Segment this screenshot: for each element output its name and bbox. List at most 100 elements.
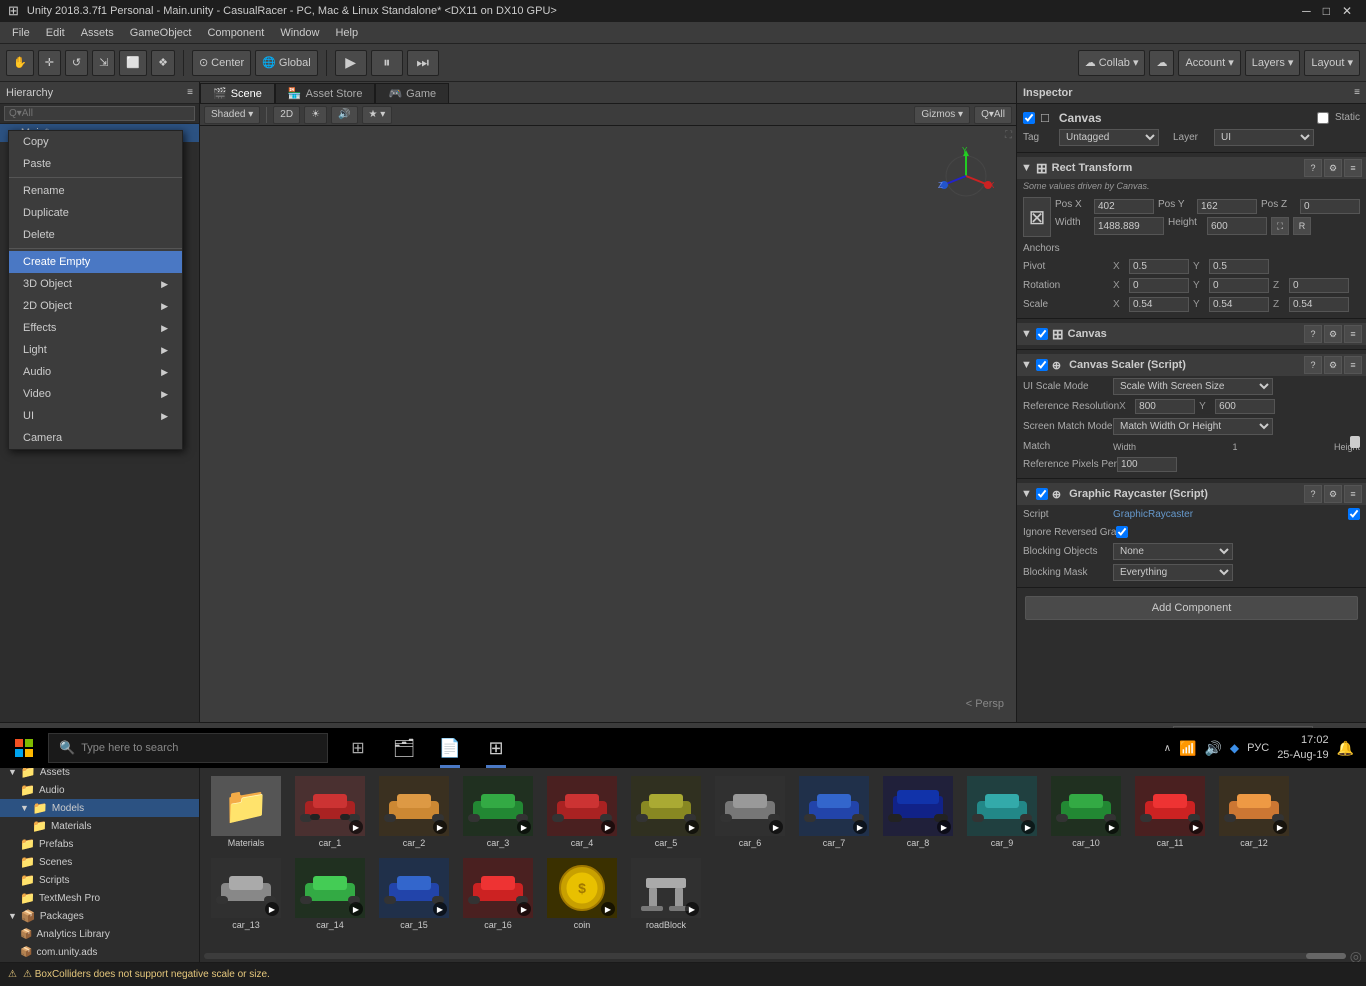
canvas-static-checkbox[interactable] [1317, 112, 1329, 124]
canvas-component-header[interactable]: ▼ ⊞ Canvas ? ⚙ ≡ [1017, 323, 1366, 345]
asset-car10[interactable]: ▶ car_10 [1046, 773, 1126, 851]
pt-models[interactable]: ▼ 📁 Models [0, 799, 199, 817]
tab-scene[interactable]: 🎬 Scene [200, 83, 275, 103]
mask-select[interactable]: Everything [1113, 564, 1233, 581]
ctx-audio[interactable]: Audio ▶ [9, 361, 182, 383]
height-field[interactable] [1207, 217, 1267, 235]
pt-ads[interactable]: 📦 com.unity.ads [0, 943, 199, 961]
canvas-btn-2[interactable]: ⚙ [1324, 325, 1342, 343]
menu-file[interactable]: File [4, 25, 38, 41]
raycaster-btn-3[interactable]: ≡ [1344, 485, 1362, 503]
close-btn[interactable]: ✕ [1336, 4, 1358, 18]
match-thumb[interactable] [1350, 436, 1360, 448]
ctx-ui[interactable]: UI ▶ [9, 405, 182, 427]
ui-scale-select[interactable]: Scale With Screen Size [1113, 378, 1273, 395]
asset-car12[interactable]: ▶ car_12 [1214, 773, 1294, 851]
ctx-create-empty[interactable]: Create Empty [9, 251, 182, 273]
raycaster-checkbox[interactable] [1036, 488, 1048, 500]
search-filter-btn[interactable]: Q▾All [974, 106, 1012, 124]
rect-transform-header[interactable]: ▼ ⊞ Rect Transform ? ⚙ ≡ [1017, 157, 1366, 179]
audio-toggle-btn[interactable]: 🔊 [331, 106, 357, 124]
tool-rotate[interactable]: ↺ [65, 50, 88, 76]
hierarchy-menu-icon[interactable]: ≡ [187, 87, 193, 98]
zoom-icon[interactable]: ◎ [1350, 948, 1362, 963]
taskbar-search-box[interactable]: 🔍 Type here to search [48, 733, 328, 763]
effects-toggle-btn[interactable]: ★ ▾ [362, 106, 393, 124]
collab-btn[interactable]: ☁ Collab ▾ [1078, 50, 1146, 76]
start-btn[interactable] [4, 728, 44, 768]
pt-textmesh[interactable]: 📁 TextMesh Pro [0, 889, 199, 907]
add-component-btn[interactable]: Add Component [1025, 596, 1358, 620]
scrollbar-thumb[interactable] [1306, 953, 1346, 959]
tab-game[interactable]: 🎮 Game [375, 83, 449, 103]
rt-btn-2[interactable]: ⚙ [1324, 159, 1342, 177]
tag-select[interactable]: Untagged [1059, 129, 1159, 146]
pt-prefabs[interactable]: 📁 Prefabs [0, 835, 199, 853]
pt-audio[interactable]: 📁 Audio [0, 781, 199, 799]
rt-btn-3[interactable]: ≡ [1344, 159, 1362, 177]
blocking-select[interactable]: None [1113, 543, 1233, 560]
pt-scripts[interactable]: 📁 Scripts [0, 871, 199, 889]
ctx-rename[interactable]: Rename [9, 180, 182, 202]
ctx-duplicate[interactable]: Duplicate [9, 202, 182, 224]
menu-gameobject[interactable]: GameObject [122, 25, 200, 41]
canvas-comp-checkbox[interactable] [1036, 328, 1048, 340]
asset-car5[interactable]: ▶ car_5 [626, 773, 706, 851]
menu-assets[interactable]: Assets [73, 25, 122, 41]
asset-car4[interactable]: ▶ car_4 [542, 773, 622, 851]
scale-x-field[interactable] [1129, 297, 1189, 312]
cloud-btn[interactable]: ☁ [1149, 50, 1174, 76]
tool-move[interactable]: ✛ [38, 50, 61, 76]
raycaster-btn-1[interactable]: ? [1304, 485, 1322, 503]
pivot-center-btn[interactable]: ⊙ Center [192, 50, 251, 76]
screen-match-select[interactable]: Match Width Or Height [1113, 418, 1273, 435]
inspector-menu-icon[interactable]: ≡ [1354, 87, 1360, 98]
ref-x-field[interactable] [1135, 399, 1195, 414]
pt-analytics[interactable]: 📦 Analytics Library [0, 925, 199, 943]
rot-y-field[interactable] [1209, 278, 1269, 293]
taskbar-explorer[interactable]: 🗂 [382, 728, 426, 768]
ctx-video[interactable]: Video ▶ [9, 383, 182, 405]
ctx-paste[interactable]: Paste [9, 153, 182, 175]
global-btn[interactable]: 🌐 Global [255, 50, 318, 76]
tool-rect[interactable]: ⬜ [119, 50, 147, 76]
taskbar-unity[interactable]: ⊞ [474, 728, 518, 768]
layer-select[interactable]: UI [1214, 129, 1314, 146]
grid-scrollbar[interactable]: ◎ [200, 950, 1366, 962]
ctx-3d-object[interactable]: 3D Object ▶ [9, 273, 182, 295]
rt-btn-1[interactable]: ? [1304, 159, 1322, 177]
step-btn[interactable]: ⏭ [407, 50, 439, 76]
asset-roadblock[interactable]: ▶ roadBlock [626, 855, 706, 933]
pos-x-field[interactable] [1094, 199, 1154, 214]
canvas-btn-1[interactable]: ? [1304, 325, 1322, 343]
pos-z-field[interactable] [1300, 199, 1360, 214]
width-field[interactable] [1094, 217, 1164, 235]
asset-car13[interactable]: ▶ car_13 [206, 855, 286, 933]
ctx-copy[interactable]: Copy [9, 131, 182, 153]
pause-btn[interactable]: ⏸ [371, 50, 403, 76]
pos-y-field[interactable] [1197, 199, 1257, 214]
account-btn[interactable]: Account ▾ [1178, 50, 1240, 76]
ctx-delete[interactable]: Delete [9, 224, 182, 246]
asset-car15[interactable]: ▶ car_15 [374, 855, 454, 933]
taskbar-task-view[interactable]: ⊞ [336, 728, 380, 768]
rot-z-field[interactable] [1289, 278, 1349, 293]
scale-z-field[interactable] [1289, 297, 1349, 312]
scaler-btn-1[interactable]: ? [1304, 356, 1322, 374]
pt-iap[interactable]: 📦 In App Purchasing [0, 961, 199, 962]
pivot-x-field[interactable] [1129, 259, 1189, 274]
menu-help[interactable]: Help [327, 25, 366, 41]
asset-car7[interactable]: ▶ car_7 [794, 773, 874, 851]
raycaster-btn-2[interactable]: ⚙ [1324, 485, 1342, 503]
menu-window[interactable]: Window [272, 25, 327, 41]
layers-btn[interactable]: Layers ▾ [1245, 50, 1301, 76]
script-checkbox[interactable] [1348, 508, 1360, 520]
asset-car16[interactable]: ▶ car_16 [458, 855, 538, 933]
layout-btn[interactable]: Layout ▾ [1304, 50, 1360, 76]
ctx-effects[interactable]: Effects ▶ [9, 317, 182, 339]
taskbar-clock[interactable]: 17:02 25-Aug-19 [1277, 733, 1328, 764]
asset-car1[interactable]: ▶ car_1 [290, 773, 370, 851]
maximize-btn[interactable]: □ [1317, 4, 1336, 18]
asset-car3[interactable]: ▶ car_3 [458, 773, 538, 851]
2d-btn[interactable]: 2D [273, 106, 300, 124]
